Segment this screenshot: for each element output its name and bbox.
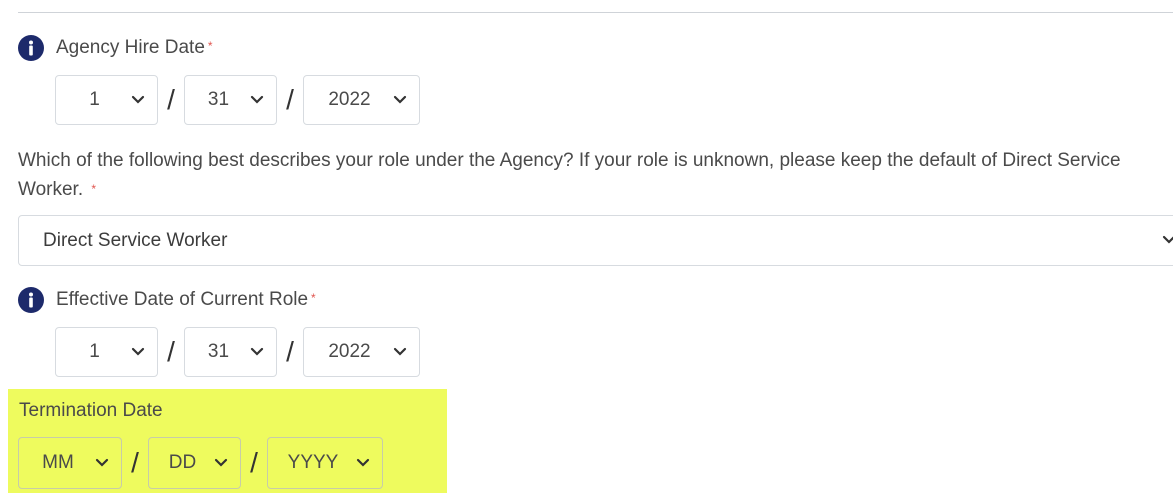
termination-year-placeholder: YYYY xyxy=(287,452,339,473)
role-select-value: Direct Service Worker xyxy=(43,229,228,251)
chevron-down-icon xyxy=(131,95,145,104)
date-separator: / xyxy=(167,336,175,367)
role-question-text: Which of the following best describes yo… xyxy=(18,150,1121,200)
termination-day-placeholder: DD xyxy=(168,452,197,473)
termination-year-select[interactable]: YYYY xyxy=(267,437,383,489)
date-separator: / xyxy=(167,84,175,115)
effective-year-select[interactable]: 2022 xyxy=(303,327,420,377)
termination-day-select[interactable]: DD xyxy=(148,437,241,489)
date-separator: / xyxy=(286,336,294,367)
agency-hire-year-value: 2022 xyxy=(328,89,371,110)
effective-date-label-row: Effective Date of Current Role * xyxy=(18,285,316,315)
chevron-down-icon xyxy=(393,95,407,104)
agency-hire-month-value: 1 xyxy=(89,89,100,110)
effective-month-select[interactable]: 1 xyxy=(55,327,158,377)
agency-hire-year-select[interactable]: 2022 xyxy=(303,75,420,125)
chevron-down-icon xyxy=(95,458,109,467)
termination-month-placeholder: MM xyxy=(42,452,74,473)
termination-date-label: Termination Date xyxy=(19,400,163,421)
date-separator: / xyxy=(250,447,258,478)
chevron-down-icon xyxy=(356,458,370,467)
section-divider xyxy=(18,12,1173,13)
effective-date-label: Effective Date of Current Role xyxy=(56,289,309,310)
agency-hire-date-label-row: Agency Hire Date * xyxy=(18,33,213,63)
agency-hire-day-value: 31 xyxy=(207,89,230,110)
termination-month-select[interactable]: MM xyxy=(18,437,122,489)
effective-month-value: 1 xyxy=(89,341,100,362)
agency-hire-date-picker: 1 / 31 / 2022 xyxy=(55,75,420,125)
agency-hire-date-label: Agency Hire Date xyxy=(56,37,205,58)
chevron-down-icon xyxy=(131,347,145,356)
role-select[interactable]: Direct Service Worker xyxy=(18,215,1173,266)
chevron-down-icon xyxy=(214,458,228,467)
chevron-down-icon xyxy=(393,347,407,356)
date-separator: / xyxy=(286,84,294,115)
termination-date-picker: MM / DD / YYYY xyxy=(18,437,383,489)
chevron-down-icon xyxy=(1162,235,1173,244)
chevron-down-icon xyxy=(250,95,264,104)
effective-date-picker: 1 / 31 / 2022 xyxy=(55,327,420,377)
role-question-label: Which of the following best describes yo… xyxy=(18,146,1158,206)
effective-day-value: 31 xyxy=(207,341,230,362)
required-asterisk: * xyxy=(91,182,97,196)
agency-hire-month-select[interactable]: 1 xyxy=(55,75,158,125)
required-asterisk: * xyxy=(207,39,213,53)
info-icon[interactable] xyxy=(18,35,44,61)
info-icon[interactable] xyxy=(18,287,44,313)
required-asterisk: * xyxy=(311,291,316,305)
date-separator: / xyxy=(131,447,139,478)
chevron-down-icon xyxy=(250,347,264,356)
agency-hire-day-select[interactable]: 31 xyxy=(184,75,277,125)
effective-day-select[interactable]: 31 xyxy=(184,327,277,377)
effective-year-value: 2022 xyxy=(328,341,371,362)
